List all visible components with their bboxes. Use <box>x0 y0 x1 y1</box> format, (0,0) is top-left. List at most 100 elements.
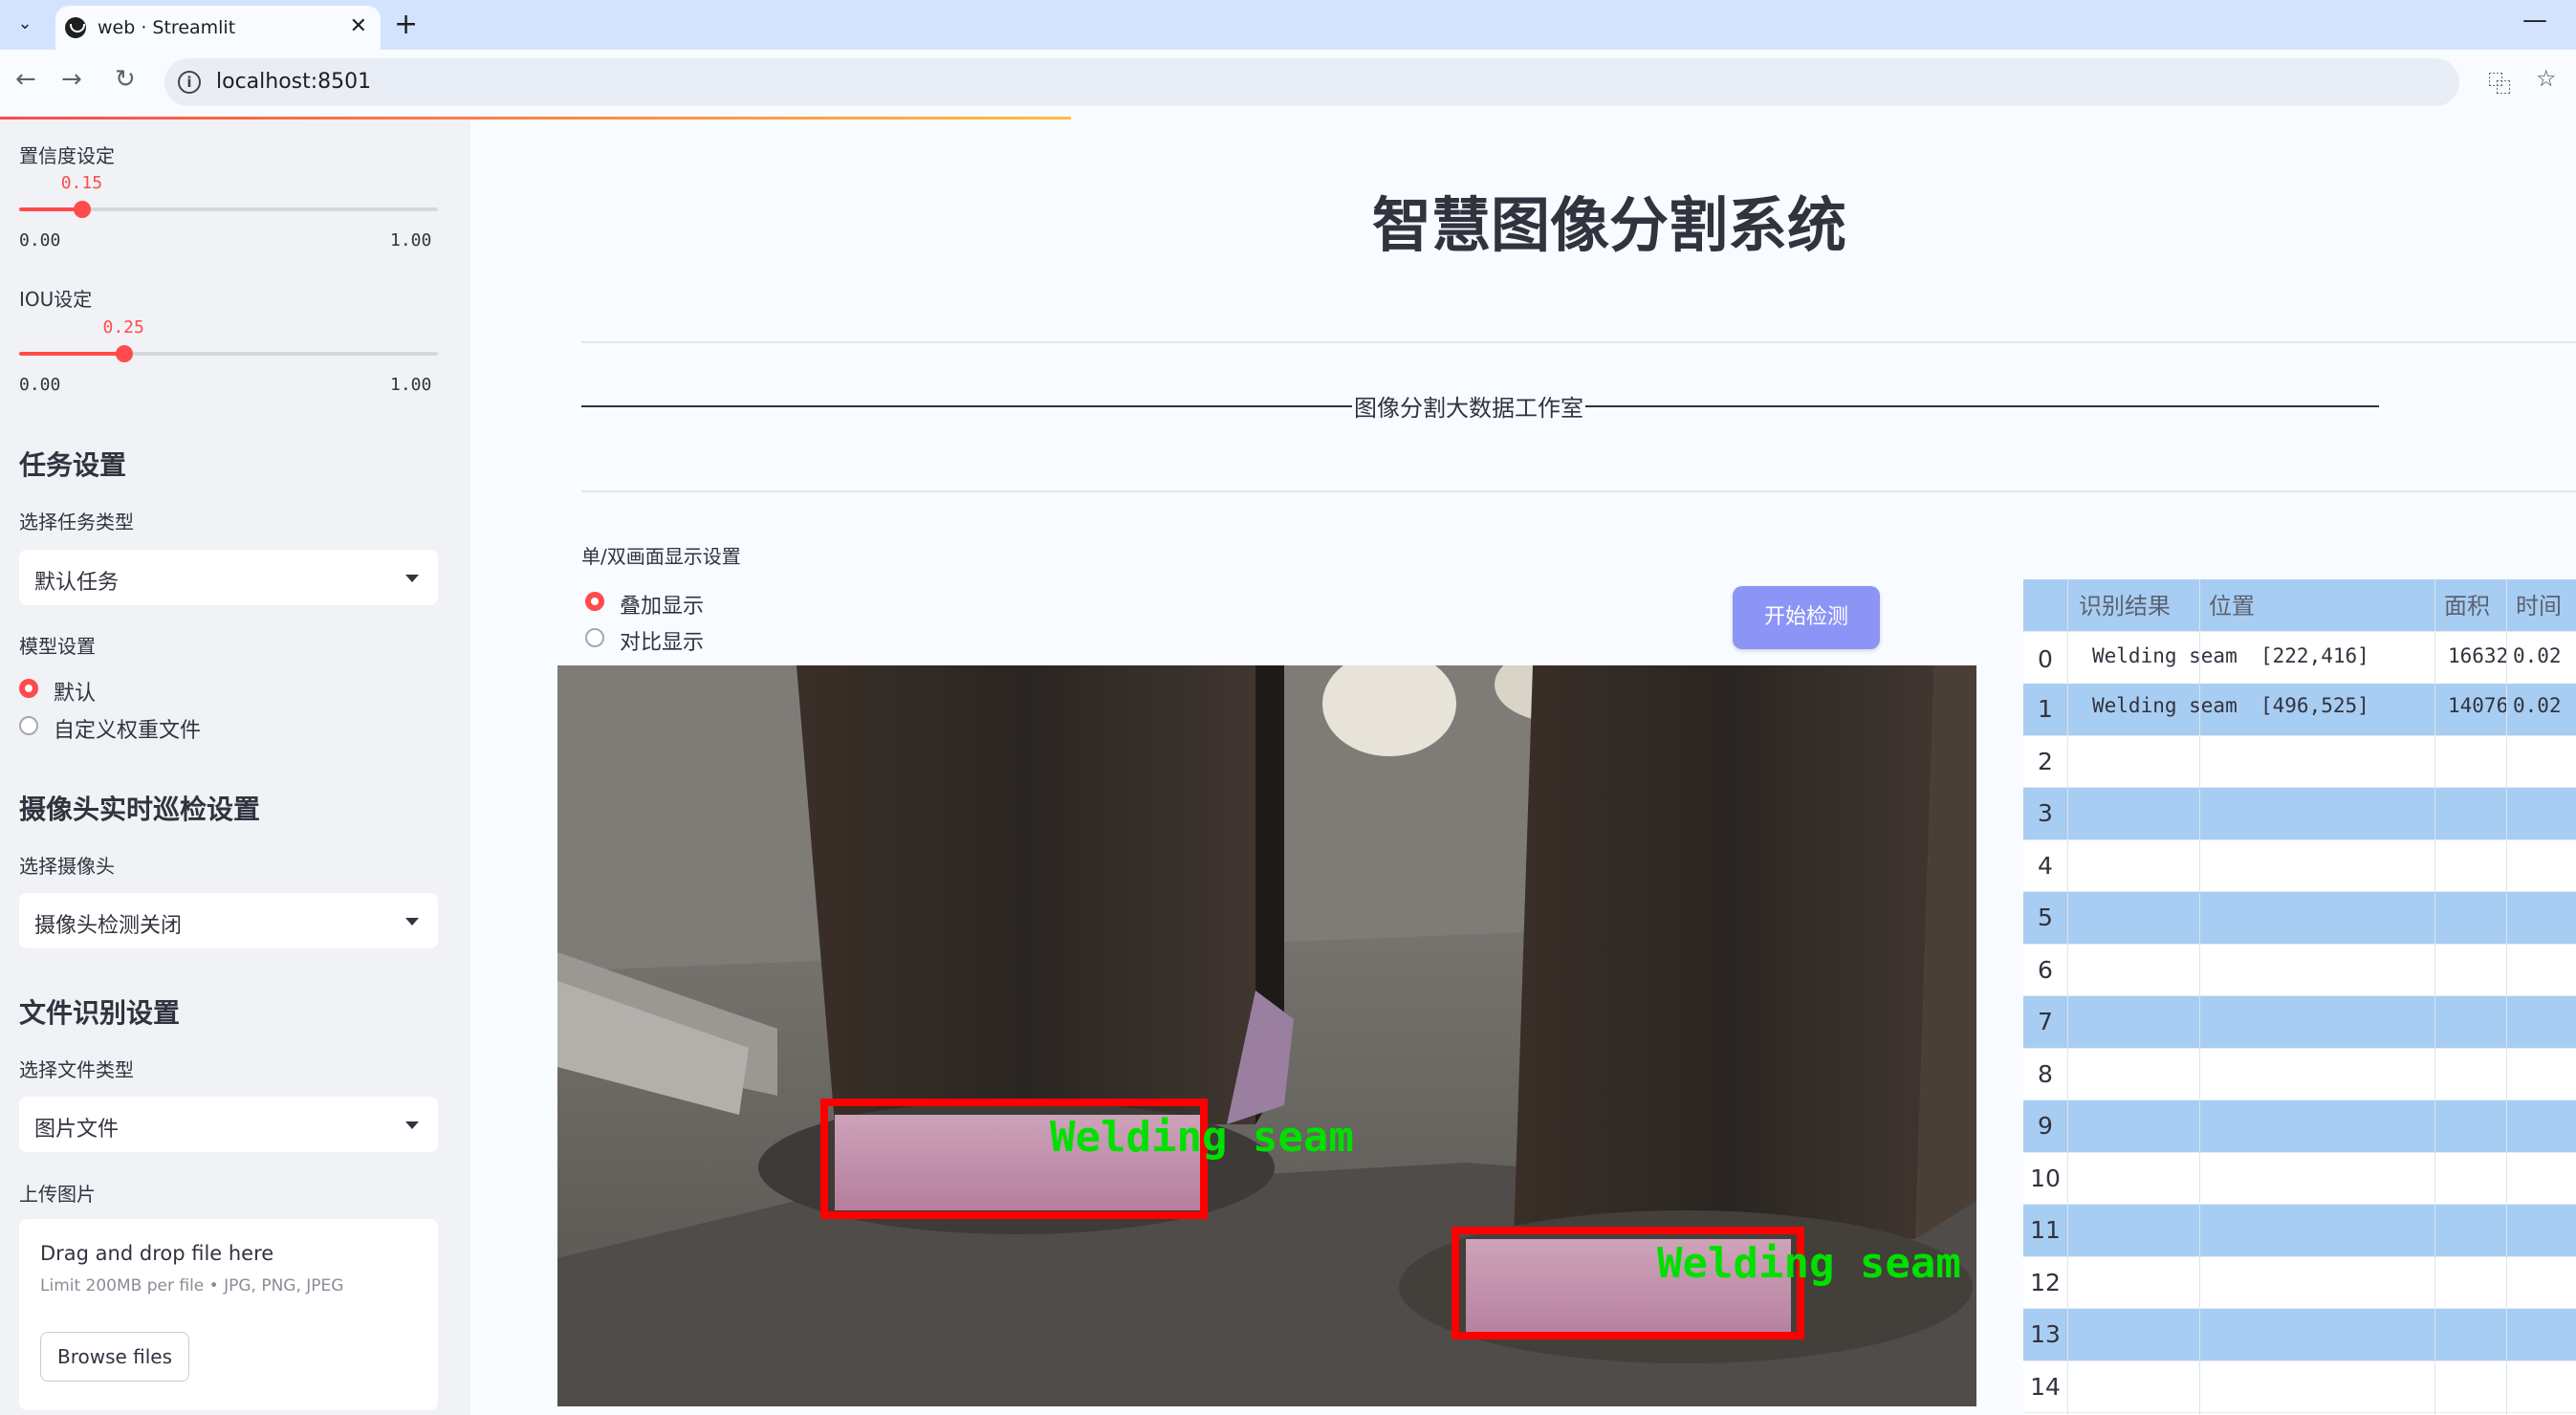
dropzone-limit: Limit 200MB per file • JPG, PNG, JPEG <box>40 1276 344 1295</box>
row-index: 5 <box>2038 903 2053 931</box>
detection-label-2: Welding seam <box>1657 1239 1961 1288</box>
iou-slider-handle[interactable] <box>115 345 133 362</box>
confidence-slider-max: 1.00 <box>390 230 432 250</box>
row-index: 8 <box>2038 1059 2053 1088</box>
file-type-select[interactable]: 图片文件 <box>19 1097 438 1152</box>
row-index: 3 <box>2038 799 2053 827</box>
minimize-window-icon[interactable]: — <box>2522 6 2547 34</box>
table-row[interactable]: 13 <box>2023 1309 2576 1361</box>
reload-icon[interactable]: ↻ <box>115 65 136 94</box>
translate-icon[interactable]: ⿻ <box>2488 65 2511 98</box>
header-position[interactable]: 位置 <box>2209 579 2255 631</box>
bookmark-star-icon[interactable]: ☆ <box>2536 65 2557 92</box>
page-title: 智慧图像分割系统 <box>1371 190 1846 260</box>
display-mode-label: 单/双画面显示设置 <box>581 545 741 568</box>
new-tab-icon[interactable]: + <box>394 8 418 41</box>
header-time[interactable]: 时间 <box>2516 579 2562 631</box>
task-type-label: 选择任务类型 <box>19 511 134 533</box>
browse-files-button[interactable]: Browse files <box>40 1332 189 1382</box>
model-option-default-label: 默认 <box>54 682 97 706</box>
file-settings-heading: 文件识别设置 <box>19 997 181 1029</box>
iou-slider-value: 0.25 <box>102 317 144 337</box>
forward-arrow-icon[interactable]: → <box>61 65 82 94</box>
table-row[interactable]: 3 <box>2023 788 2576 840</box>
header-area[interactable]: 面积 <box>2444 579 2490 631</box>
radio-selected-icon <box>19 679 38 698</box>
table-row[interactable]: 4 <box>2023 840 2576 892</box>
camera-select[interactable]: 摄像头检测关闭 <box>19 893 438 948</box>
site-info-icon[interactable]: i <box>178 71 201 94</box>
radio-selected-icon <box>585 592 604 611</box>
cell-result: Welding seam <box>2092 694 2238 717</box>
cell-result: Welding seam <box>2092 643 2238 667</box>
row-index: 7 <box>2038 1008 2053 1035</box>
chevron-down-icon <box>405 575 419 582</box>
tab-search-chevron-icon[interactable]: ⌄ <box>10 10 40 38</box>
row-index: 2 <box>2038 747 2053 775</box>
column-divider <box>2199 579 2200 1415</box>
confidence-slider-fill <box>19 207 82 211</box>
results-table[interactable]: 识别结果 位置 面积 时间 0 Welding seam [222,416] 1663… <box>2023 579 2576 1415</box>
model-option-custom-label: 自定义权重文件 <box>54 719 202 743</box>
radio-unselected-icon <box>585 628 604 647</box>
column-divider <box>2434 579 2435 1415</box>
cell-time: 0.02 <box>2513 694 2562 717</box>
chevron-down-icon <box>405 1121 419 1129</box>
display-option-compare-label: 对比显示 <box>620 631 705 655</box>
table-row[interactable]: 5 <box>2023 892 2576 945</box>
file-dropzone[interactable]: Drag and drop file here Limit 200MB per … <box>19 1219 438 1410</box>
table-row[interactable]: 7 <box>2023 996 2576 1049</box>
close-tab-icon[interactable]: ✕ <box>350 14 367 38</box>
confidence-slider-value: 0.15 <box>60 173 103 193</box>
column-divider <box>2506 579 2507 1415</box>
iou-slider-fill <box>19 352 124 356</box>
main-content: 智慧图像分割系统 图像分割大数据工作室 单/双画面显示设置 叠加显示 对比显示 … <box>470 120 2576 1415</box>
url-text[interactable]: localhost:8501 <box>216 70 371 94</box>
table-row[interactable]: 11 <box>2023 1205 2576 1257</box>
address-bar[interactable]: i localhost:8501 <box>164 58 2459 106</box>
table-row[interactable]: 1 Welding seam [496,525] 14076 0.02 <box>2023 684 2576 736</box>
table-row[interactable]: 6 <box>2023 945 2576 996</box>
file-type-label: 选择文件类型 <box>19 1058 134 1081</box>
upload-image-label: 上传图片 <box>19 1183 96 1206</box>
dash-left <box>581 404 1352 407</box>
table-row[interactable]: 9 <box>2023 1100 2576 1153</box>
divider-bottom <box>581 490 2576 492</box>
welding-scene-illustration: Welding seam Welding seam <box>557 665 1976 1406</box>
row-index: 4 <box>2038 851 2053 880</box>
confidence-slider[interactable] <box>19 201 438 218</box>
browser-tab[interactable]: web · Streamlit ✕ <box>55 6 381 50</box>
file-type-value: 图片文件 <box>34 1118 120 1142</box>
start-detection-button[interactable]: 开始检测 <box>1733 586 1880 649</box>
confidence-slider-min: 0.00 <box>19 230 61 250</box>
back-arrow-icon[interactable]: ← <box>15 65 36 94</box>
table-row[interactable]: 10 <box>2023 1153 2576 1205</box>
row-index: 12 <box>2030 1268 2061 1296</box>
confidence-slider-handle[interactable] <box>73 201 91 218</box>
row-index: 14 <box>2030 1372 2061 1401</box>
table-row[interactable]: 2 <box>2023 736 2576 788</box>
row-index: 10 <box>2030 1164 2061 1192</box>
task-settings-heading: 任务设置 <box>19 449 127 481</box>
browser-toolbar: ← → ↻ i localhost:8501 ⿻ ☆ <box>0 50 2576 117</box>
table-row[interactable]: 12 <box>2023 1257 2576 1309</box>
divider-top <box>581 341 2576 343</box>
confidence-label: 置信度设定 <box>19 144 115 167</box>
cell-area: 14076 <box>2448 694 2509 717</box>
task-type-select[interactable]: 默认任务 <box>19 550 438 605</box>
cell-time: 0.02 <box>2513 643 2562 667</box>
column-divider <box>2067 579 2068 1415</box>
row-index: 13 <box>2030 1320 2061 1348</box>
browser-tab-bar: ⌄ web · Streamlit ✕ + — <box>0 0 2576 50</box>
camera-settings-heading: 摄像头实时巡检设置 <box>19 794 261 825</box>
table-row[interactable]: 8 <box>2023 1049 2576 1100</box>
studio-banner-text: 图像分割大数据工作室 <box>1354 395 1583 422</box>
table-row[interactable]: 0 Welding seam [222,416] 16632 0.02 <box>2023 634 2576 686</box>
row-index: 6 <box>2038 955 2053 984</box>
chevron-down-icon <box>405 918 419 925</box>
tab-title: web · Streamlit <box>98 17 236 38</box>
detection-result-image: Welding seam Welding seam <box>557 665 1976 1406</box>
header-result[interactable]: 识别结果 <box>2079 579 2171 631</box>
iou-slider[interactable] <box>19 345 438 362</box>
table-row[interactable]: 14 <box>2023 1361 2576 1413</box>
